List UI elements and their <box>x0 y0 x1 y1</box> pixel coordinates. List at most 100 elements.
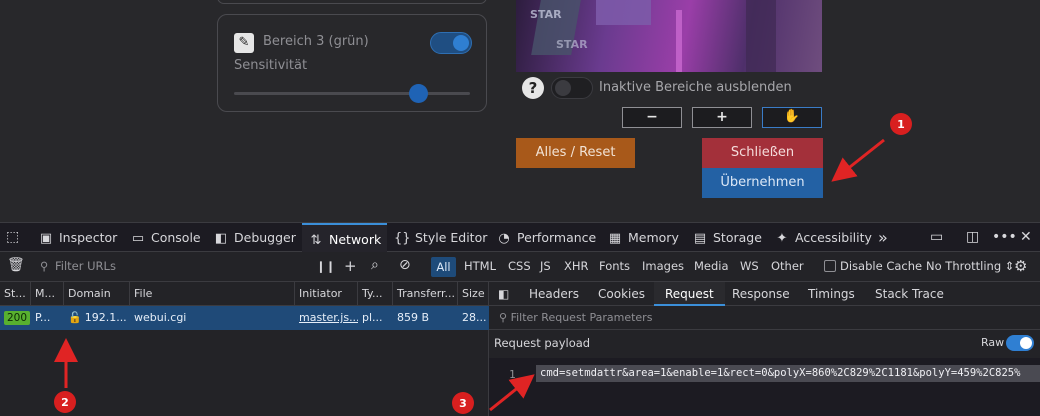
filter-html[interactable]: HTML <box>464 259 496 273</box>
col-domain[interactable]: Domain <box>64 282 130 306</box>
devtools-panel: ⬚ ▣ Inspector ▭ Console ◧ Debugger ⇅ Network… <box>0 222 1040 416</box>
request-params-filter[interactable]: ⚲ Filter Request Parameters <box>489 306 1040 330</box>
inspector-icon: ▣ <box>39 231 53 246</box>
payload-code-view[interactable]: 1 cmd=setmdattr&area=1&enable=1&rect=0&p… <box>489 358 1040 416</box>
region-card: ✎ Bereich 3 (grün) Sensitivität <box>217 14 487 112</box>
col-file[interactable]: File <box>130 282 295 306</box>
throttling-select[interactable]: No Throttling ⇕ <box>926 259 1014 273</box>
previous-region-card <box>217 0 487 4</box>
tab-memory[interactable]: ▦ Memory <box>607 223 679 252</box>
menu-dots-icon[interactable]: ••• <box>992 229 1017 245</box>
col-type[interactable]: Ty... <box>358 282 393 306</box>
reset-button[interactable]: Alles / Reset <box>516 138 635 168</box>
pencil-icon[interactable]: ✎ <box>234 33 254 53</box>
row-file: webui.cgi <box>134 311 187 324</box>
slider-thumb[interactable] <box>408 84 428 103</box>
line-number: 1 <box>509 368 516 381</box>
preview-shape <box>676 10 682 72</box>
tab-stack-trace[interactable]: Stack Trace <box>875 282 944 306</box>
insecure-lock-icon: 🔓 <box>68 311 82 324</box>
filter-css[interactable]: CSS <box>508 259 531 273</box>
tab-headers[interactable]: Headers <box>529 282 579 306</box>
filter-js[interactable]: JS <box>540 259 551 273</box>
tab-style-editor[interactable]: {} Style Editor <box>394 223 487 252</box>
tab-label: Console <box>151 230 201 245</box>
sensitivity-label: Sensitivität <box>234 58 308 73</box>
tab-label: Inspector <box>59 230 118 245</box>
tab-console[interactable]: ▭ Console <box>130 223 201 252</box>
tab-accessibility[interactable]: ✦ Accessibility <box>774 223 872 252</box>
console-icon: ▭ <box>131 231 145 246</box>
col-size[interactable]: Size <box>458 282 489 306</box>
close-devtools-icon[interactable]: ✕ <box>1020 229 1032 245</box>
zoom-in-button[interactable]: + <box>692 107 752 128</box>
col-transferred[interactable]: Transferr... <box>393 282 458 306</box>
tab-label: Accessibility <box>795 230 872 245</box>
raw-label: Raw <box>981 336 1005 349</box>
pause-icon[interactable]: ❙❙ <box>316 259 335 273</box>
tab-performance[interactable]: ◔ Performance <box>496 223 596 252</box>
tab-storage[interactable]: ▤ Storage <box>692 223 762 252</box>
search-icon[interactable]: ⌕ <box>371 257 379 273</box>
row-type: pl... <box>362 311 383 324</box>
toggle-knob <box>555 80 571 96</box>
toggle-sidebar-icon[interactable]: ◧ <box>498 282 509 306</box>
filter-icon: ⚲ <box>499 311 511 324</box>
trash-icon[interactable]: 🗑 <box>7 257 25 273</box>
filter-media[interactable]: Media <box>694 259 729 273</box>
raw-toggle[interactable] <box>1006 335 1034 351</box>
block-icon[interactable]: ⊘ <box>399 257 411 273</box>
tab-debugger[interactable]: ◧ Debugger <box>213 223 296 252</box>
tab-request[interactable]: Request <box>654 282 725 306</box>
apply-button[interactable]: Übernehmen <box>702 168 823 198</box>
pan-hand-icon[interactable]: ✋ <box>762 107 822 128</box>
memory-icon: ▦ <box>608 231 622 246</box>
devtools-toolbar: ⬚ ▣ Inspector ▭ Console ◧ Debugger ⇅ Network… <box>0 222 1040 252</box>
hide-inactive-toggle[interactable] <box>551 77 593 99</box>
filter-all[interactable]: All <box>431 257 456 277</box>
col-status[interactable]: St... <box>0 282 31 306</box>
col-initiator[interactable]: Initiator <box>295 282 358 306</box>
row-domain: 🔓 192.1... <box>64 306 130 330</box>
sensitivity-slider[interactable] <box>234 84 470 103</box>
filter-ws[interactable]: WS <box>740 259 759 273</box>
camera-preview[interactable]: STAR STAR <box>516 0 822 72</box>
preview-text: STAR <box>556 38 588 51</box>
split-console-icon[interactable]: ▭ <box>930 229 943 245</box>
col-method[interactable]: M... <box>31 282 64 306</box>
filter-images[interactable]: Images <box>642 259 684 273</box>
dock-icon[interactable]: ◫ <box>966 229 979 245</box>
domain-text: 192.1... <box>84 311 127 324</box>
region-enable-toggle[interactable] <box>430 32 472 54</box>
gear-icon[interactable]: ⚙ <box>1014 257 1027 275</box>
checkbox-label: Disable Cache <box>840 259 923 273</box>
filter-other[interactable]: Other <box>771 259 804 273</box>
payload-text[interactable]: cmd=setmdattr&area=1&enable=1&rect=0&pol… <box>536 365 1040 382</box>
tab-inspector[interactable]: ▣ Inspector <box>38 223 117 252</box>
close-button[interactable]: Schließen <box>702 138 823 168</box>
filter-fonts[interactable]: Fonts <box>599 259 630 273</box>
table-row[interactable]: 200 P... 🔓 192.1... webui.cgi master.js..… <box>0 306 489 330</box>
zoom-out-button[interactable]: − <box>622 107 682 128</box>
preview-shape <box>596 0 651 25</box>
row-initiator-link[interactable]: master.js... <box>295 306 358 330</box>
disable-cache-checkbox[interactable]: Disable Cache <box>824 259 922 273</box>
tab-network[interactable]: ⇅ Network <box>302 223 388 252</box>
request-table-header: St... M... Domain File Initiator Ty... T… <box>0 282 489 306</box>
tab-timings[interactable]: Timings <box>808 282 855 306</box>
filter-urls-input[interactable]: Filter URLs <box>55 259 116 273</box>
row-status: 200 <box>0 306 31 330</box>
tab-label: Memory <box>628 230 679 245</box>
tab-label: Style Editor <box>415 230 488 245</box>
filter-xhr[interactable]: XHR <box>564 259 589 273</box>
more-tools-chevron-icon[interactable]: » <box>878 228 888 247</box>
help-icon[interactable]: ? <box>522 77 544 99</box>
preview-text: STAR <box>530 8 562 21</box>
tab-response[interactable]: Response <box>732 282 790 306</box>
preview-shape <box>746 0 776 72</box>
element-picker-icon[interactable]: ⬚ <box>6 229 19 245</box>
tab-cookies[interactable]: Cookies <box>598 282 645 306</box>
add-icon[interactable]: + <box>344 257 357 275</box>
tab-label: Network <box>329 232 382 247</box>
accessibility-icon: ✦ <box>776 231 788 246</box>
